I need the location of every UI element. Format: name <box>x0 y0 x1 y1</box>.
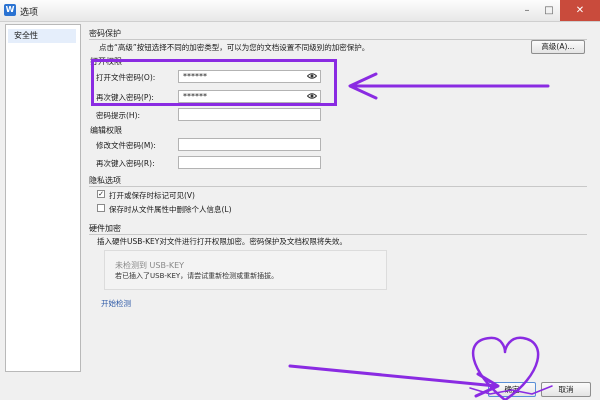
annotation-overlay <box>288 72 553 400</box>
annotation-arrow-line <box>288 364 498 388</box>
